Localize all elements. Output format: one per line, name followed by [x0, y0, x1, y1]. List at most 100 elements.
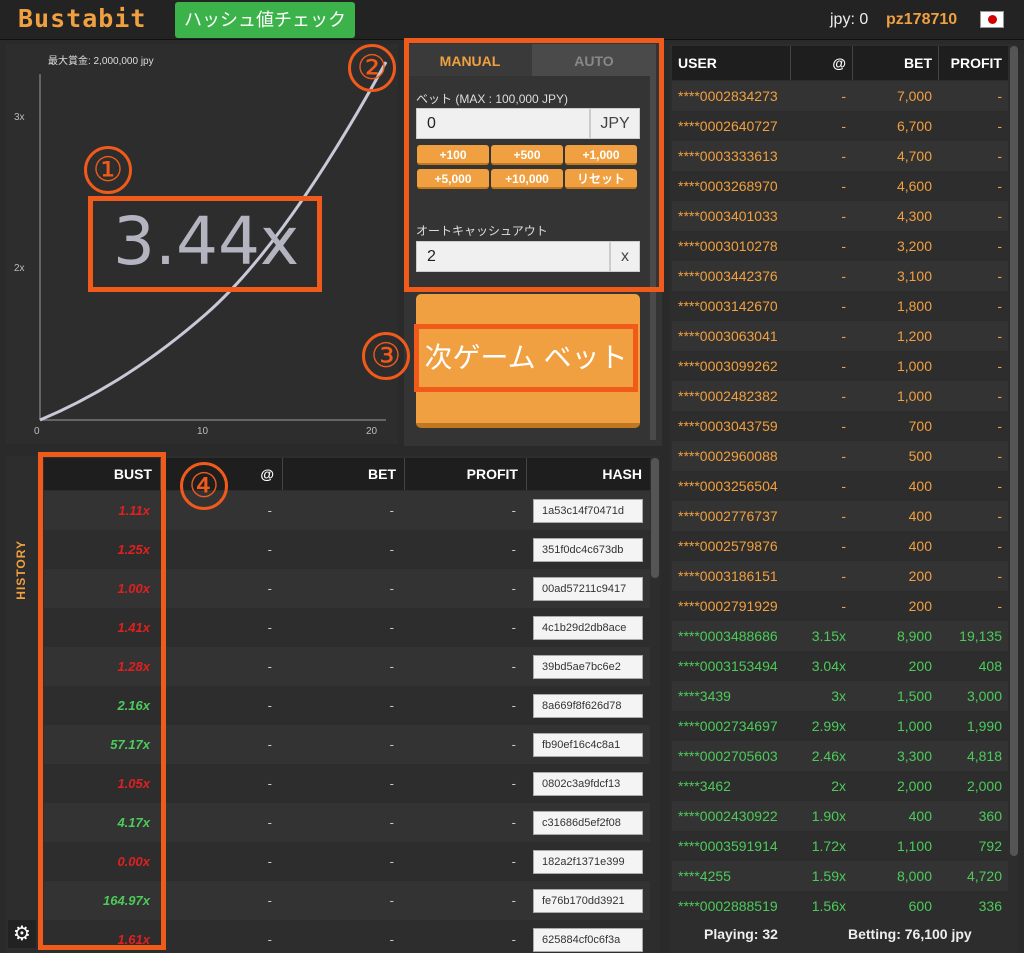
player-bet: 400	[908, 508, 932, 524]
player-profit: -	[997, 238, 1002, 254]
player-profit: 2,000	[966, 778, 1002, 794]
history-hash-field[interactable]: 39bd5ae7bc6e2	[533, 655, 643, 679]
player-bet: 4,600	[896, 178, 932, 194]
player-user: ****3439	[678, 688, 731, 704]
player-bet: 400	[908, 538, 932, 554]
player-row: ****0002640727 - 6,700 -	[672, 111, 1008, 141]
player-row: ****0003010278 - 3,200 -	[672, 231, 1008, 261]
player-user: ****0002640727	[678, 118, 778, 134]
max-profit-label: 最大賞金: 2,000,000 jpy	[48, 56, 154, 67]
history-bet-value: -	[389, 542, 394, 557]
history-bet-value: -	[389, 776, 394, 791]
player-at: 1.72x	[811, 838, 846, 854]
player-bet: 4,700	[896, 148, 932, 164]
player-row: ****0002482382 - 1,000 -	[672, 381, 1008, 411]
history-hash-field[interactable]: fb90ef16c4c8a1	[533, 733, 643, 757]
player-user: ****0003043759	[678, 418, 778, 434]
player-at: -	[841, 118, 846, 134]
player-profit: 4,818	[966, 748, 1002, 764]
japan-flag-icon[interactable]	[980, 11, 1004, 28]
player-user: ****0002734697	[678, 718, 778, 734]
player-bet: 3,100	[896, 268, 932, 284]
player-user: ****0003063041	[678, 328, 778, 344]
history-hash-field[interactable]: 625884cf0c6f3a	[533, 928, 643, 952]
annotation-box-bust-column	[38, 452, 166, 950]
history-hash-field[interactable]: 8a669f8f626d78	[533, 694, 643, 718]
x-tick-10: 10	[197, 426, 209, 437]
player-user: ****0002888519	[678, 898, 778, 914]
players-scrollbar[interactable]	[1010, 46, 1018, 856]
annotation-number-2: ②	[348, 44, 396, 92]
annotation-box-multiplier	[88, 196, 322, 292]
player-bet: 1,200	[896, 328, 932, 344]
history-hash-field[interactable]: 00ad57211c9417	[533, 577, 643, 601]
player-profit: -	[997, 328, 1002, 344]
history-hash-field[interactable]: 4c1b29d2db8ace	[533, 616, 643, 640]
player-row: ****0002430922 1.90x 400 360	[672, 801, 1008, 831]
player-at: 1.59x	[811, 868, 846, 884]
history-profit-value: -	[511, 776, 516, 791]
player-at: -	[841, 148, 846, 164]
hash-check-button[interactable]: ハッシュ値チェック	[175, 2, 355, 38]
history-profit-value: -	[511, 737, 516, 752]
player-row: ****0003591914 1.72x 1,100 792	[672, 831, 1008, 861]
player-row: ****3439 3x 1,500 3,000	[672, 681, 1008, 711]
player-at: 1.56x	[811, 898, 846, 914]
history-bet-value: -	[389, 737, 394, 752]
history-profit-value: -	[511, 542, 516, 557]
player-profit: -	[997, 298, 1002, 314]
history-hash-field[interactable]: 0802c3a9fdcf13	[533, 772, 643, 796]
player-at: -	[841, 298, 846, 314]
player-bet: 7,000	[896, 88, 932, 104]
player-at: -	[841, 268, 846, 284]
history-profit-value: -	[511, 698, 516, 713]
player-bet: 6,700	[896, 118, 932, 134]
players-footer: Playing: 32 Betting: 76,100 jpy	[672, 920, 1008, 950]
history-hash-field[interactable]: 1a53c14f70471d	[533, 499, 643, 523]
player-profit: -	[997, 88, 1002, 104]
player-profit: 1,990	[966, 718, 1002, 734]
player-bet: 3,200	[896, 238, 932, 254]
player-profit: -	[997, 208, 1002, 224]
history-at-value: -	[267, 659, 272, 674]
history-scrollbar[interactable]	[651, 458, 659, 578]
history-hash-field[interactable]: 351f0dc4c673db	[533, 538, 643, 562]
history-at-value: -	[267, 893, 272, 908]
history-hash-field[interactable]: fe76b170dd3921	[533, 889, 643, 913]
y-tick-2x: 2x	[14, 263, 25, 274]
logo[interactable]: Bustabit	[18, 4, 146, 33]
player-bet: 3,300	[896, 748, 932, 764]
history-col-profit: PROFIT	[404, 458, 526, 490]
history-tab-label[interactable]: HISTORY	[14, 540, 28, 600]
player-user: ****0002791929	[678, 598, 778, 614]
history-profit-value: -	[511, 581, 516, 596]
history-bet-value: -	[389, 659, 394, 674]
history-at-value: -	[267, 620, 272, 635]
gear-icon[interactable]: ⚙	[8, 920, 36, 948]
player-bet: 1,500	[896, 688, 932, 704]
player-user: ****0003268970	[678, 178, 778, 194]
history-profit-value: -	[511, 932, 516, 947]
annotation-box-bet-settings	[404, 38, 664, 292]
player-profit: -	[997, 538, 1002, 554]
y-tick-3x: 3x	[14, 112, 25, 123]
player-profit: 408	[978, 658, 1002, 674]
player-user: ****0003099262	[678, 358, 778, 374]
player-profit: -	[997, 598, 1002, 614]
players-col-profit: PROFIT	[938, 46, 1008, 80]
history-hash-field[interactable]: c31686d5ef2f08	[533, 811, 643, 835]
history-at-value: -	[267, 776, 272, 791]
balance-display: jpy: 0	[830, 11, 868, 29]
username-link[interactable]: pz178710	[886, 11, 957, 29]
player-row: ****0003142670 - 1,800 -	[672, 291, 1008, 321]
player-row: ****0003063041 - 1,200 -	[672, 321, 1008, 351]
history-bet-value: -	[389, 503, 394, 518]
history-hash-field[interactable]: 182a2f1371e399	[533, 850, 643, 874]
player-row: ****0002734697 2.99x 1,000 1,990	[672, 711, 1008, 741]
player-row: ****0003256504 - 400 -	[672, 471, 1008, 501]
player-profit: 4,720	[966, 868, 1002, 884]
player-user: ****0002579876	[678, 538, 778, 554]
player-row: ****0002579876 - 400 -	[672, 531, 1008, 561]
player-profit: -	[997, 568, 1002, 584]
player-profit: -	[997, 478, 1002, 494]
